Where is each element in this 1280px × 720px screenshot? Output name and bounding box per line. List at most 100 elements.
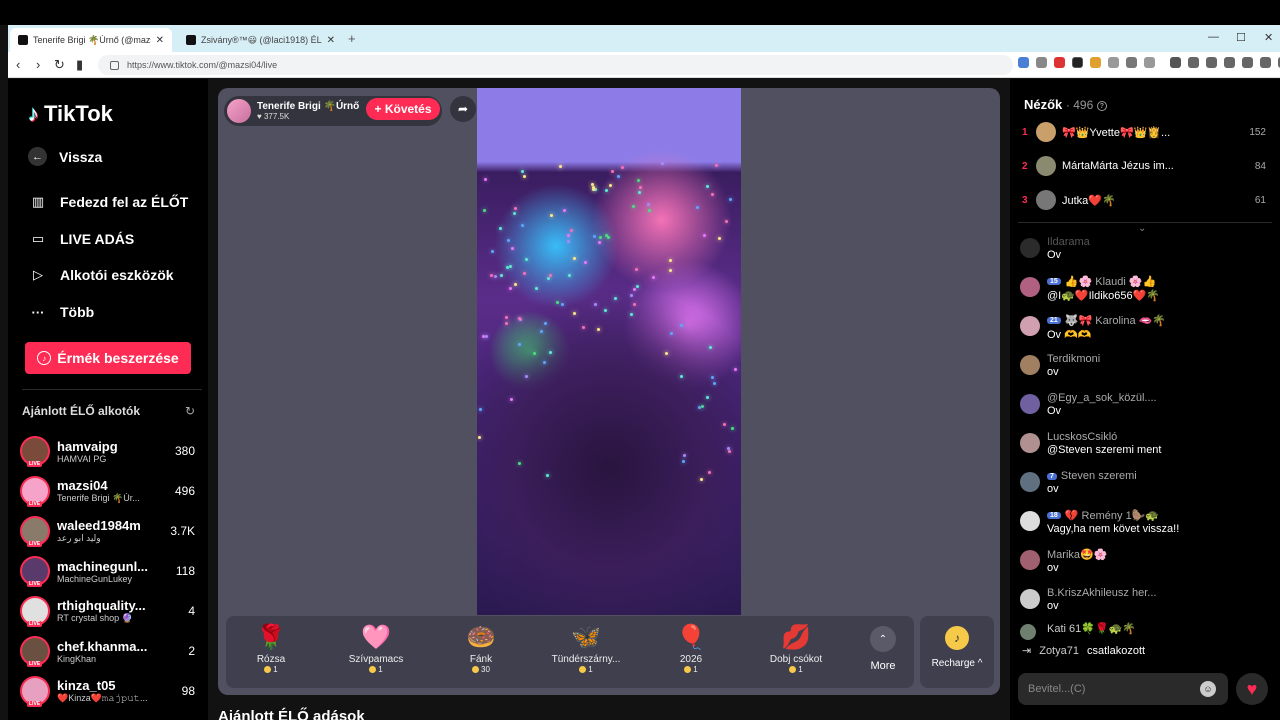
creator-item[interactable]: LIVE chef.khanma... KingKhan 2 [20,633,200,669]
reload-icon[interactable]: ↻ [54,57,65,73]
close-tab-icon[interactable]: ✕ [156,35,164,46]
puzzle-icon[interactable] [1126,57,1137,68]
avatar[interactable] [1020,550,1040,570]
message-author[interactable]: @Egy_a_sok_közül.... [1047,392,1270,404]
extension-icon[interactable] [1108,57,1119,68]
creator-item[interactable]: LIVE rthighquality... RT crystal shop 🔮 4 [20,593,200,629]
creator-item[interactable]: LIVE machinegunl... MachineGunLukey 118 [20,553,200,589]
message-author[interactable]: Terdikmoni [1047,353,1270,365]
avatar[interactable] [1020,624,1036,640]
fairy-light [499,227,503,231]
fairy-light [573,256,577,260]
new-tab-icon[interactable]: + [348,31,356,46]
live-video[interactable] [477,88,741,615]
nav-more[interactable]: ··· Több [28,302,95,322]
avatar[interactable] [1020,472,1040,492]
browser-tab-active[interactable]: Tenerife Brigi 🌴Úrnő (@mazsi0… ✕ [10,28,172,52]
fairy-light [535,286,539,290]
chat-input[interactable]: Bevitel...(C) [1018,673,1228,705]
forward-arrow-icon[interactable]: › [36,57,40,72]
fairy-light [479,407,483,411]
message-author[interactable]: Ildarama [1047,236,1270,248]
more-gifts-button[interactable]: ⌃ More [860,626,906,672]
maximize-icon[interactable]: ☐ [1236,31,1246,44]
translate-icon[interactable] [1018,57,1029,68]
fairy-light [513,282,517,286]
level-badge: 18 [1047,512,1061,519]
message-author[interactable]: LucskosCsikló [1047,431,1270,443]
back-button[interactable]: ← Vissza [28,147,102,166]
gift-item[interactable]: 🩷 Szívpamacs 1 [331,622,421,674]
level-badge: 21 [1047,317,1061,324]
close-window-icon[interactable]: ✕ [1264,31,1273,44]
back-arrow-icon[interactable]: ‹ [16,57,20,72]
avatar[interactable] [1020,511,1040,531]
creator-item[interactable]: LIVE hamvaipg HAMVAI PG 380 [20,433,200,469]
chevron-down-icon[interactable]: ⌄ [1138,223,1146,234]
download-icon[interactable] [1260,57,1271,68]
message-author[interactable]: B.KriszAkhileusz her... [1047,587,1270,599]
message-author[interactable]: Steven szeremi [1061,470,1137,482]
avatar[interactable] [1020,316,1040,336]
message-author[interactable]: 👍🌸 Klaudi 🌸👍 [1065,275,1156,288]
recharge-button[interactable]: ♪ Recharge ^ [920,616,994,688]
message-author[interactable]: 💔 Remény 1🦫🐢 [1065,509,1159,522]
avatar[interactable] [1020,394,1040,414]
tiktok-logo[interactable]: ♪ TikTok [28,101,113,127]
site-info-icon[interactable] [110,60,119,70]
get-coins-button[interactable]: ♪ Érmék beszerzése [25,342,191,374]
extension-icon[interactable] [1144,57,1155,68]
message-author[interactable]: Kati 61🍀🌹🐢🌴 [1047,622,1270,635]
nav-creator-tools[interactable]: ▷ Alkotói eszközök [28,265,174,285]
browser-tab-inactive[interactable]: Zsivány®™😃 (@laci1918) ÉLŐ adás… ✕ [178,28,343,52]
sidebar-icon[interactable] [1188,57,1199,68]
creator-item[interactable]: LIVE kinza_t05 ❤️Kinza❤️𝚖𝚊𝚓𝚙𝚞𝚝... 98 [20,673,200,709]
emoji-icon[interactable]: ☺ [1200,681,1216,697]
gift-item[interactable]: 🎈 2026 1 [646,622,736,674]
creator-name: waleed1984m [57,518,141,533]
wallet-icon[interactable] [1206,57,1217,68]
extension-icon[interactable] [1054,57,1065,68]
top-viewer[interactable]: 3 Jutka❤️🌴 61 [1022,189,1266,211]
gift-item[interactable]: 🍩 Fánk 30 [436,622,526,674]
avatar[interactable] [1020,238,1040,258]
gift-name: Rózsa [256,654,286,665]
creator-item[interactable]: LIVE mazsi04 Tenerife Brigi 🌴Úr... 496 [20,473,200,509]
fairy-light [524,374,528,378]
top-viewer[interactable]: 2 MártaMárta Jézus im... 84 [1022,155,1266,177]
nav-label: Fedezd fel az ÉLŐT [60,194,189,210]
info-icon[interactable]: ? [1096,100,1107,111]
joined-user[interactable]: Zotya71 [1039,645,1079,657]
close-tab-icon[interactable]: ✕ [327,35,335,46]
creator-item[interactable]: LIVE waleed1984m وليد ابو رعد 3.7K [20,513,200,549]
message-author[interactable]: Marika🤩🌸 [1047,548,1270,561]
fairy-light [635,268,639,272]
like-heart-icon[interactable]: ♥ [1236,673,1268,705]
media-icon[interactable] [1170,57,1181,68]
gift-item[interactable]: 🦋 Tündérszárny... 1 [541,622,631,674]
gift-item[interactable]: 🌹 Rózsa 1 [226,622,316,674]
address-bar[interactable]: https://www.tiktok.com/@mazsi04/live [98,55,1013,75]
top-viewer[interactable]: 1 🎀👑Yvette🎀👑👸... 152 [1022,121,1266,143]
extension-icon[interactable] [1036,57,1047,68]
message-author[interactable]: 🐺🎀 Karolina 🫦🌴 [1065,314,1166,327]
host-likes: 377.5K [263,112,290,121]
vpn-icon[interactable] [1224,57,1235,68]
minimize-icon[interactable]: — [1208,31,1219,43]
extension-icon[interactable] [1072,57,1083,68]
avatar[interactable] [1020,355,1040,375]
bookmark-icon[interactable]: ▮ [76,57,83,73]
nav-live-broadcast[interactable]: ▭ LIVE ADÁS [28,229,134,249]
follow-button[interactable]: + Követés [366,98,440,120]
nav-explore-live[interactable]: ▥ Fedezd fel az ÉLŐT [28,192,189,212]
share-icon[interactable]: ➦ [450,96,476,122]
extension-icon[interactable] [1090,57,1101,68]
refresh-icon[interactable]: ↻ [185,404,195,418]
avatar[interactable] [1020,433,1040,453]
gift-item[interactable]: 💋 Dobj csókot 1 [751,622,841,674]
shield-icon[interactable] [1242,57,1253,68]
host-avatar[interactable] [227,99,251,123]
avatar[interactable] [1020,589,1040,609]
avatar: LIVE [20,516,50,547]
avatar[interactable] [1020,277,1040,297]
